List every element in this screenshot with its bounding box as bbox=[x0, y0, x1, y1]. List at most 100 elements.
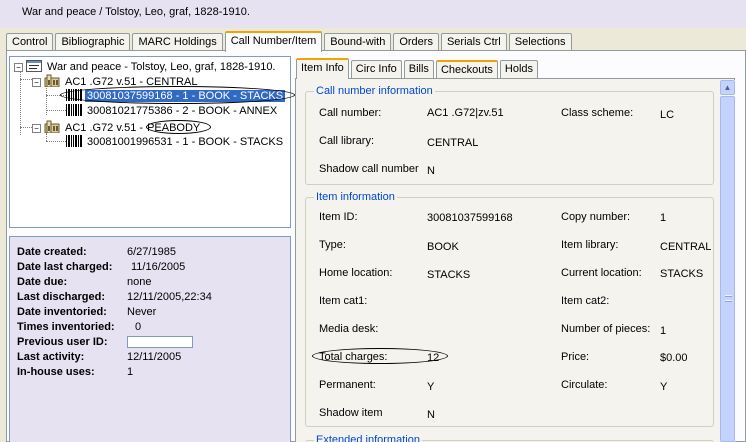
tab-bills[interactable]: Bills bbox=[403, 60, 434, 78]
item-info-panel: Call number information Call number: AC1… bbox=[295, 78, 735, 442]
extended-group-legend: Extended information bbox=[314, 434, 422, 442]
detail-value: 0 bbox=[135, 321, 142, 333]
detail-value: 12/11/2005 bbox=[127, 351, 182, 363]
tab-holds[interactable]: Holds bbox=[499, 60, 539, 78]
highlight-circle bbox=[60, 86, 295, 104]
barcode-icon bbox=[66, 135, 82, 150]
collapse-icon[interactable]: − bbox=[14, 63, 23, 72]
current-location-label: Current location: bbox=[561, 267, 642, 279]
shadow-callnum-value: N bbox=[427, 165, 435, 177]
tree-connector bbox=[20, 79, 32, 80]
library-building-icon bbox=[44, 120, 60, 136]
call-library-value: CENTRAL bbox=[427, 137, 479, 149]
detail-previous-user: Previous user ID: bbox=[17, 336, 193, 350]
holdings-tree[interactable]: − War and peace - Tolstoy, Leo, graf, 182… bbox=[9, 56, 295, 228]
copy-number-label: Copy number: bbox=[561, 211, 631, 223]
detail-label: Last activity: bbox=[17, 351, 85, 363]
detail-last-discharged: Last discharged: 12/11/2005,22:34 bbox=[17, 291, 212, 305]
item-details-panel: Date created: 6/27/1985 Date last charged… bbox=[9, 236, 291, 442]
title-record-icon bbox=[26, 60, 42, 75]
item-cat2-label: Item cat2: bbox=[561, 295, 610, 307]
shadow-item-label: Shadow item bbox=[319, 407, 383, 419]
circulate-label: Circulate: bbox=[561, 379, 608, 391]
thumb-grip bbox=[725, 300, 732, 302]
detail-value: 11/16/2005 bbox=[131, 261, 186, 273]
item-id-label: Item ID: bbox=[319, 211, 358, 223]
detail-label: Previous user ID: bbox=[17, 336, 108, 348]
library-building-icon bbox=[44, 74, 60, 90]
detail-label: Times inventoried: bbox=[17, 321, 115, 333]
tab-circ-info[interactable]: Circ Info bbox=[350, 60, 402, 78]
item-info-group: Item information Item ID: 30081037599168… bbox=[305, 191, 714, 427]
detail-value: 6/27/1985 bbox=[127, 246, 176, 258]
price-label: Price: bbox=[561, 351, 590, 363]
detail-value: Never bbox=[127, 306, 157, 318]
previous-user-field bbox=[127, 336, 193, 348]
pieces-value: 1 bbox=[660, 325, 667, 337]
permanent-value: Y bbox=[427, 381, 435, 393]
tab-call-number-item[interactable]: Call Number/Item bbox=[224, 31, 323, 52]
callnum-info-group: Call number information Call number: AC1… bbox=[305, 85, 714, 185]
media-desk-label: Media desk: bbox=[319, 323, 379, 335]
item-library-label: Item library: bbox=[561, 239, 619, 251]
detail-date-due: Date due: none bbox=[17, 276, 151, 290]
barcode-icon bbox=[66, 104, 82, 119]
pieces-label: Number of pieces: bbox=[561, 323, 651, 335]
item-id-value: 30081037599168 bbox=[427, 212, 513, 224]
detail-inhouse-uses: In-house uses: 1 bbox=[17, 366, 133, 380]
chevron-up-icon: ▲ bbox=[723, 83, 732, 92]
call-number-value: AC1 .G72|zv.51 bbox=[427, 107, 504, 119]
type-value: BOOK bbox=[427, 241, 459, 253]
detail-label: Last discharged: bbox=[17, 291, 106, 303]
tree-item[interactable]: 30081021775386 - 2 - BOOK - ANNEX bbox=[66, 104, 279, 118]
home-location-value: STACKS bbox=[427, 269, 471, 281]
current-location-value: STACKS bbox=[660, 268, 704, 280]
detail-last-charged: Date last charged: 11/16/2005 bbox=[17, 261, 185, 275]
price-value: $0.00 bbox=[660, 352, 688, 364]
detail-label: Date last charged: bbox=[17, 261, 113, 273]
tree-root-label: War and peace - Tolstoy, Leo, graf, 1828… bbox=[47, 61, 276, 74]
class-scheme-value: LC bbox=[660, 109, 675, 121]
tree-connector bbox=[20, 127, 32, 128]
scrollbar-thumb[interactable] bbox=[720, 96, 735, 442]
detail-label: Date inventoried: bbox=[17, 306, 107, 318]
tree-item[interactable]: 30081001996531 - 1 - BOOK - STACKS bbox=[66, 135, 285, 149]
detail-last-activity: Last activity: 12/11/2005 bbox=[17, 351, 181, 365]
home-location-label: Home location: bbox=[319, 267, 393, 279]
detail-date-created: Date created: 6/27/1985 bbox=[17, 246, 176, 260]
tree-connector bbox=[20, 71, 21, 135]
detail-date-inventoried: Date inventoried: Never bbox=[17, 306, 156, 320]
detail-value: 12/11/2005,22:34 bbox=[127, 291, 212, 303]
item-subtab-strip: Item Info Circ Info Bills Checkouts Hold… bbox=[296, 58, 540, 79]
tree-root[interactable]: − War and peace - Tolstoy, Leo, graf, 182… bbox=[14, 60, 278, 74]
record-title: War and peace / Tolstoy, Leo, graf, 1828… bbox=[0, 0, 746, 28]
class-scheme-label: Class scheme: bbox=[561, 107, 634, 119]
shadow-item-value: N bbox=[427, 409, 435, 421]
tab-item-info[interactable]: Item Info bbox=[296, 58, 349, 79]
collapse-icon[interactable]: − bbox=[32, 77, 41, 87]
highlight-circle bbox=[146, 120, 211, 134]
tree-item-label: 30081001996531 - 1 - BOOK - STACKS bbox=[87, 136, 284, 149]
call-library-label: Call library: bbox=[319, 135, 375, 147]
tab-checkouts[interactable]: Checkouts bbox=[435, 60, 498, 78]
thumb-grip bbox=[725, 295, 732, 297]
permanent-label: Permanent: bbox=[319, 379, 376, 391]
detail-times-inventoried: Times inventoried: 0 bbox=[17, 321, 141, 335]
item-group-legend: Item information bbox=[314, 191, 397, 203]
tree-connector bbox=[46, 141, 66, 142]
main-tab-strip: Control Bibliographic MARC Holdings Call… bbox=[6, 31, 574, 52]
callnum-group-legend: Call number information bbox=[314, 85, 435, 97]
vertical-scrollbar[interactable]: ▲ bbox=[720, 80, 735, 442]
collapse-icon[interactable]: − bbox=[32, 123, 41, 133]
call-number-label: Call number: bbox=[319, 107, 382, 119]
detail-value: 1 bbox=[127, 366, 134, 378]
shadow-callnum-label: Shadow call number bbox=[319, 163, 419, 175]
tree-item-label: 30081021775386 - 2 - BOOK - ANNEX bbox=[87, 105, 278, 118]
copy-number-value: 1 bbox=[660, 212, 667, 224]
tree-connector bbox=[46, 110, 66, 111]
highlight-circle bbox=[312, 348, 448, 364]
item-library-value: CENTRAL bbox=[660, 241, 712, 253]
scroll-up-button[interactable]: ▲ bbox=[720, 80, 735, 95]
detail-label: Date created: bbox=[17, 246, 87, 258]
item-cat1-label: Item cat1: bbox=[319, 295, 368, 307]
